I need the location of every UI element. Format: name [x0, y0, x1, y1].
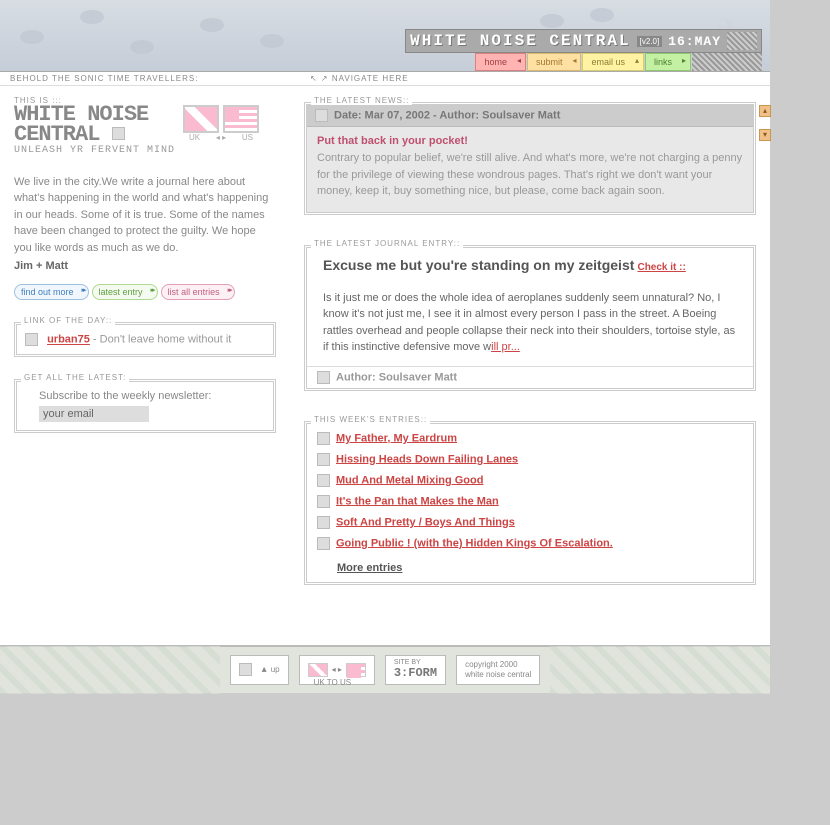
subhead-right: ↖ ↗ NAVIGATE HERE: [310, 74, 409, 83]
footer-uk-to-us[interactable]: ◂ ▸ UK TO US: [299, 655, 375, 685]
list-item: It's the Pan that Makes the Man: [307, 491, 753, 512]
subhead-left: BEHOLD THE SONIC TIME TRAVELLERS:: [10, 74, 310, 83]
check-it-link[interactable]: Check it ::: [637, 262, 685, 273]
journal-body: Is it just me or does the whole idea of …: [323, 292, 735, 354]
version-badge: [v2.0]: [637, 36, 663, 47]
cube-icon: [239, 663, 252, 676]
find-out-more-button[interactable]: find out more: [14, 284, 89, 300]
flag-arrow: ◂ ▸: [216, 133, 226, 142]
list-item: My Father, My Eardrum: [307, 428, 753, 449]
journal-title: Excuse me but you're standing on my zeit…: [323, 257, 634, 273]
news-up-arrow[interactable]: ▴: [759, 105, 771, 117]
logo-line2: CENTRAL: [14, 125, 175, 145]
hatch-decoration: [727, 32, 757, 50]
newsletter-panel: GET ALL THE LATEST: Subscribe to the wee…: [14, 379, 276, 433]
cube-icon: [317, 516, 330, 529]
nav-links[interactable]: links: [645, 53, 691, 71]
cube-icon: [317, 537, 330, 550]
newsletter-text: Subscribe to the weekly newsletter:: [39, 390, 265, 402]
entry-link[interactable]: Hissing Heads Down Failing Lanes: [336, 453, 518, 465]
entry-link[interactable]: It's the Pan that Makes the Man: [336, 495, 499, 507]
cube-icon: [25, 333, 38, 346]
list-item: Soft And Pretty / Boys And Things: [307, 512, 753, 533]
latest-entry-button[interactable]: latest entry: [92, 284, 158, 300]
journal-label: THE LATEST JOURNAL ENTRY::: [311, 239, 463, 248]
news-down-arrow[interactable]: ▾: [759, 129, 771, 141]
flag-us[interactable]: [223, 105, 259, 133]
logo-tagline: UNLEASH YR FERVENT MIND: [14, 145, 175, 156]
list-all-entries-button[interactable]: list all entries: [161, 284, 235, 300]
title-bar: WHITE NOISE CENTRAL [v2.0] 16:MAY: [405, 29, 762, 53]
linkday-label: LINK OF THE DAY::: [21, 316, 115, 325]
latest-news-panel: THE LATEST NEWS:: ▴ ▾ Date: Mar 07, 2002…: [304, 102, 756, 215]
entry-link[interactable]: Mud And Metal Mixing Good: [336, 474, 483, 486]
nav-submit[interactable]: submit: [527, 53, 582, 71]
more-entries-link[interactable]: More entries: [307, 558, 753, 582]
cube-icon: [317, 474, 330, 487]
entry-link[interactable]: Soft And Pretty / Boys And Things: [336, 516, 515, 528]
footer-up-button[interactable]: ▴up: [230, 655, 289, 685]
entry-link[interactable]: Going Public ! (with the) Hidden Kings O…: [336, 537, 613, 549]
this-weeks-entries-panel: THIS WEEK'S ENTRIES:: My Father, My Eard…: [304, 421, 756, 585]
cube-icon: [317, 495, 330, 508]
cube-icon: [317, 371, 330, 384]
intro-text: We live in the city.We write a journal h…: [14, 174, 276, 257]
news-body-text: Contrary to popular belief, we're still …: [317, 150, 743, 200]
site-title: WHITE NOISE CENTRAL: [410, 32, 630, 50]
news-label: THE LATEST NEWS::: [311, 96, 412, 105]
footer: ▴up ◂ ▸ UK TO US SITE BY 3:FORM copyrigh…: [0, 645, 770, 693]
flag-uk-small: [308, 663, 328, 677]
cube-icon: [317, 453, 330, 466]
linkday-link[interactable]: urban75: [47, 334, 90, 346]
nav-hatch: [692, 53, 762, 71]
flag-uk[interactable]: [183, 105, 219, 133]
nav-email[interactable]: email us: [582, 53, 644, 71]
nav-home[interactable]: home: [475, 53, 526, 71]
signature: Jim + Matt: [14, 260, 276, 272]
us-label: US: [242, 133, 253, 142]
journal-author: Author: Soulsaver Matt: [336, 371, 457, 383]
email-input[interactable]: [39, 406, 149, 422]
cube-icon: [112, 127, 125, 140]
main-nav: home submit email us links: [475, 53, 762, 71]
news-title: Put that back in your pocket!: [317, 135, 743, 147]
link-of-the-day-panel: LINK OF THE DAY:: urban75 - Don't leave …: [14, 322, 276, 357]
cube-icon: [317, 432, 330, 445]
journal-more-link[interactable]: ill pr...: [491, 341, 520, 353]
news-meta: Date: Mar 07, 2002 - Author: Soulsaver M…: [334, 109, 560, 121]
footer-site-by[interactable]: SITE BY 3:FORM: [385, 655, 446, 685]
entry-link[interactable]: My Father, My Eardrum: [336, 432, 457, 444]
list-item: Going Public ! (with the) Hidden Kings O…: [307, 533, 753, 554]
linkday-desc: - Don't leave home without it: [90, 334, 232, 346]
flag-us-small: [346, 663, 366, 677]
footer-copyright: copyright 2000 white noise central: [456, 655, 540, 685]
cube-icon: [315, 109, 328, 122]
sky-banner: ✈ WHITE NOISE CENTRAL [v2.0] 16:MAY home…: [0, 0, 770, 72]
week-label: THIS WEEK'S ENTRIES::: [311, 415, 430, 424]
list-item: Mud And Metal Mixing Good: [307, 470, 753, 491]
uk-label: UK: [189, 133, 200, 142]
header-date: 16:MAY: [668, 34, 721, 49]
latest-journal-panel: THE LATEST JOURNAL ENTRY:: Excuse me but…: [304, 245, 756, 391]
list-item: Hissing Heads Down Failing Lanes: [307, 449, 753, 470]
newsletter-label: GET ALL THE LATEST:: [21, 373, 129, 382]
